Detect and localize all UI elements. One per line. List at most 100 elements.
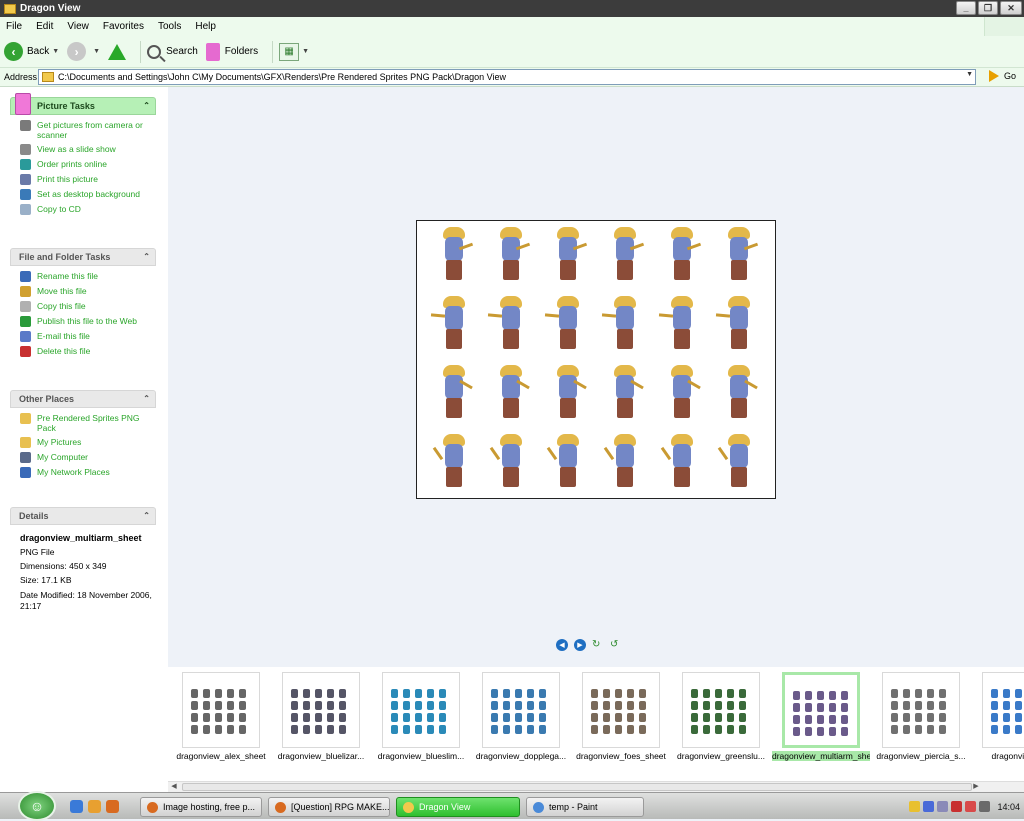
file-task-item-2[interactable]: Copy this file [20, 301, 152, 312]
thumbnail-image [782, 672, 860, 748]
thumbnail-label: dragonview_blueslim... [377, 751, 465, 761]
menu-help[interactable]: Help [195, 21, 216, 32]
chevron-down-icon[interactable]: ▼ [93, 48, 100, 55]
menu-tools[interactable]: Tools [158, 21, 181, 32]
other-place-item-label: My Computer [37, 452, 89, 462]
forward-button[interactable]: › ▼ [67, 42, 100, 61]
file-tasks-panel: File and Folder Tasks ⌃ Rename this file… [10, 248, 156, 365]
picture-tasks-header[interactable]: Picture Tasks ⌃ [10, 93, 156, 115]
details-header[interactable]: Details ⌃ [10, 507, 156, 525]
file-task-item-3[interactable]: Publish this file to the Web [20, 316, 152, 327]
chevron-up-icon[interactable]: ⌃ [143, 394, 150, 403]
chevron-down-icon[interactable]: ▼ [52, 48, 59, 55]
minimize-button[interactable]: _ [956, 1, 976, 15]
chevron-down-icon[interactable]: ▼ [302, 48, 309, 55]
folders-button[interactable]: Folders [205, 42, 258, 61]
other-places-title: Other Places [19, 394, 75, 404]
filmstrip-thumbnail[interactable]: dragonview_v... [972, 672, 1024, 761]
antivirus-icon[interactable] [951, 801, 963, 812]
picture-task-item-2[interactable]: Order prints online [20, 159, 152, 170]
back-button[interactable]: ‹ Back ▼ [4, 42, 59, 61]
back-label: Back [27, 46, 50, 57]
app-icon [533, 801, 544, 813]
sprite-frame [601, 296, 644, 352]
file-task-item-0[interactable]: Rename this file [20, 271, 152, 282]
next-image-button[interactable]: ▶ [574, 639, 586, 651]
other-places-header[interactable]: Other Places ⌃ [10, 390, 156, 408]
address-label: Address [4, 72, 38, 82]
back-arrow-icon: ‹ [4, 42, 23, 61]
taskbar-button[interactable]: Dragon View [396, 797, 520, 817]
filmstrip-thumbnail[interactable]: dragonview_foes_sheet [572, 672, 670, 761]
sprite-frame [492, 365, 530, 421]
mail-icon[interactable] [965, 801, 977, 812]
menu-view[interactable]: View [67, 21, 89, 32]
picture-task-item-4[interactable]: Set as desktop background [20, 189, 152, 200]
scroll-right-icon[interactable]: ▶ [970, 782, 982, 792]
scrollbar-thumb[interactable] [182, 783, 972, 791]
picture-task-item-label: View as a slide show [37, 144, 116, 154]
start-button[interactable]: ☺ [18, 791, 56, 821]
file-task-item-1[interactable]: Move this file [20, 286, 152, 297]
taskbar-button[interactable]: Image hosting, free p... [140, 797, 262, 817]
up-button[interactable] [108, 43, 127, 60]
internet-explorer-icon[interactable] [70, 800, 83, 813]
picture-task-item-1[interactable]: View as a slide show [20, 144, 152, 155]
file-task-item-5[interactable]: Delete this file [20, 346, 152, 357]
menu-edit[interactable]: Edit [36, 21, 53, 32]
window-title: Dragon View [20, 3, 81, 14]
volume-icon[interactable] [979, 801, 991, 812]
cd-icon [20, 204, 31, 215]
file-tasks-header[interactable]: File and Folder Tasks ⌃ [10, 248, 156, 266]
filmstrip-thumbnail[interactable]: dragonview_multiarm_sheet [772, 672, 870, 761]
chevron-up-icon[interactable]: ⌃ [143, 101, 150, 110]
task-pane: Picture Tasks ⌃ Get pictures from camera… [0, 87, 168, 792]
file-task-item-4[interactable]: E-mail this file [20, 331, 152, 342]
other-place-item-label: Pre Rendered Sprites PNG Pack [37, 413, 140, 433]
filmstrip-thumbnail[interactable]: dragonview_piercia_s... [872, 672, 970, 761]
folder-icon [4, 3, 16, 14]
details-panel: Details ⌃ dragonview_multiarm_sheet PNG … [10, 507, 156, 616]
search-button[interactable]: Search [147, 44, 198, 59]
other-place-item-1[interactable]: My Pictures [20, 437, 152, 448]
rotate-counterclockwise-icon[interactable]: ↺ [610, 640, 622, 650]
rotate-clockwise-icon[interactable]: ↻ [592, 640, 604, 650]
filmstrip-thumbnail[interactable]: dragonview_greenslu... [672, 672, 770, 761]
picture-task-item-0[interactable]: Get pictures from camera or scanner [20, 120, 152, 140]
menu-file[interactable]: File [6, 21, 22, 32]
filmstrip-thumbnail[interactable]: dragonview_alex_sheet [172, 672, 270, 761]
go-button[interactable]: Go [988, 70, 1016, 82]
chevron-up-icon[interactable]: ⌃ [143, 252, 150, 261]
scroll-left-icon[interactable]: ◀ [168, 782, 180, 792]
taskbar-button[interactable]: [Question] RPG MAKE... [268, 797, 390, 817]
close-button[interactable]: ✕ [1000, 1, 1022, 15]
menu-favorites[interactable]: Favorites [103, 21, 144, 32]
filmstrip-thumbnail[interactable]: dragonview_bluelizar... [272, 672, 370, 761]
globe-icon [20, 159, 31, 170]
menu-bar: File Edit View Favorites Tools Help [0, 17, 1024, 36]
filmstrip-thumbnail[interactable]: dragonview_blueslim... [372, 672, 470, 761]
toolbar-separator [140, 40, 142, 63]
horizontal-scrollbar[interactable]: ◀ ▶ [168, 781, 1024, 792]
views-button[interactable]: ▦ ▼ [279, 42, 309, 61]
thumbnail-image [682, 672, 760, 748]
picture-task-item-5[interactable]: Copy to CD [20, 204, 152, 215]
maximize-button[interactable]: ❐ [978, 1, 998, 15]
network-icon[interactable] [923, 801, 935, 812]
firefox-icon[interactable] [106, 800, 119, 813]
computer-icon [20, 452, 31, 463]
other-place-item-3[interactable]: My Network Places [20, 467, 152, 478]
messenger-icon[interactable] [937, 801, 949, 812]
other-place-item-2[interactable]: My Computer [20, 452, 152, 463]
shield-icon[interactable] [909, 801, 921, 812]
quicklaunch-icon[interactable] [88, 800, 101, 813]
chevron-down-icon[interactable]: ▼ [966, 71, 973, 78]
previous-image-button[interactable]: ◀ [556, 639, 568, 651]
taskbar-button[interactable]: temp - Paint [526, 797, 644, 817]
chevron-up-icon[interactable]: ⌃ [143, 511, 150, 520]
app-icon [275, 801, 286, 813]
other-place-item-0[interactable]: Pre Rendered Sprites PNG Pack [20, 413, 152, 433]
address-input[interactable]: C:\Documents and Settings\John C\My Docu… [38, 69, 976, 85]
picture-task-item-3[interactable]: Print this picture [20, 174, 152, 185]
filmstrip-thumbnail[interactable]: dragonview_dopplega... [472, 672, 570, 761]
